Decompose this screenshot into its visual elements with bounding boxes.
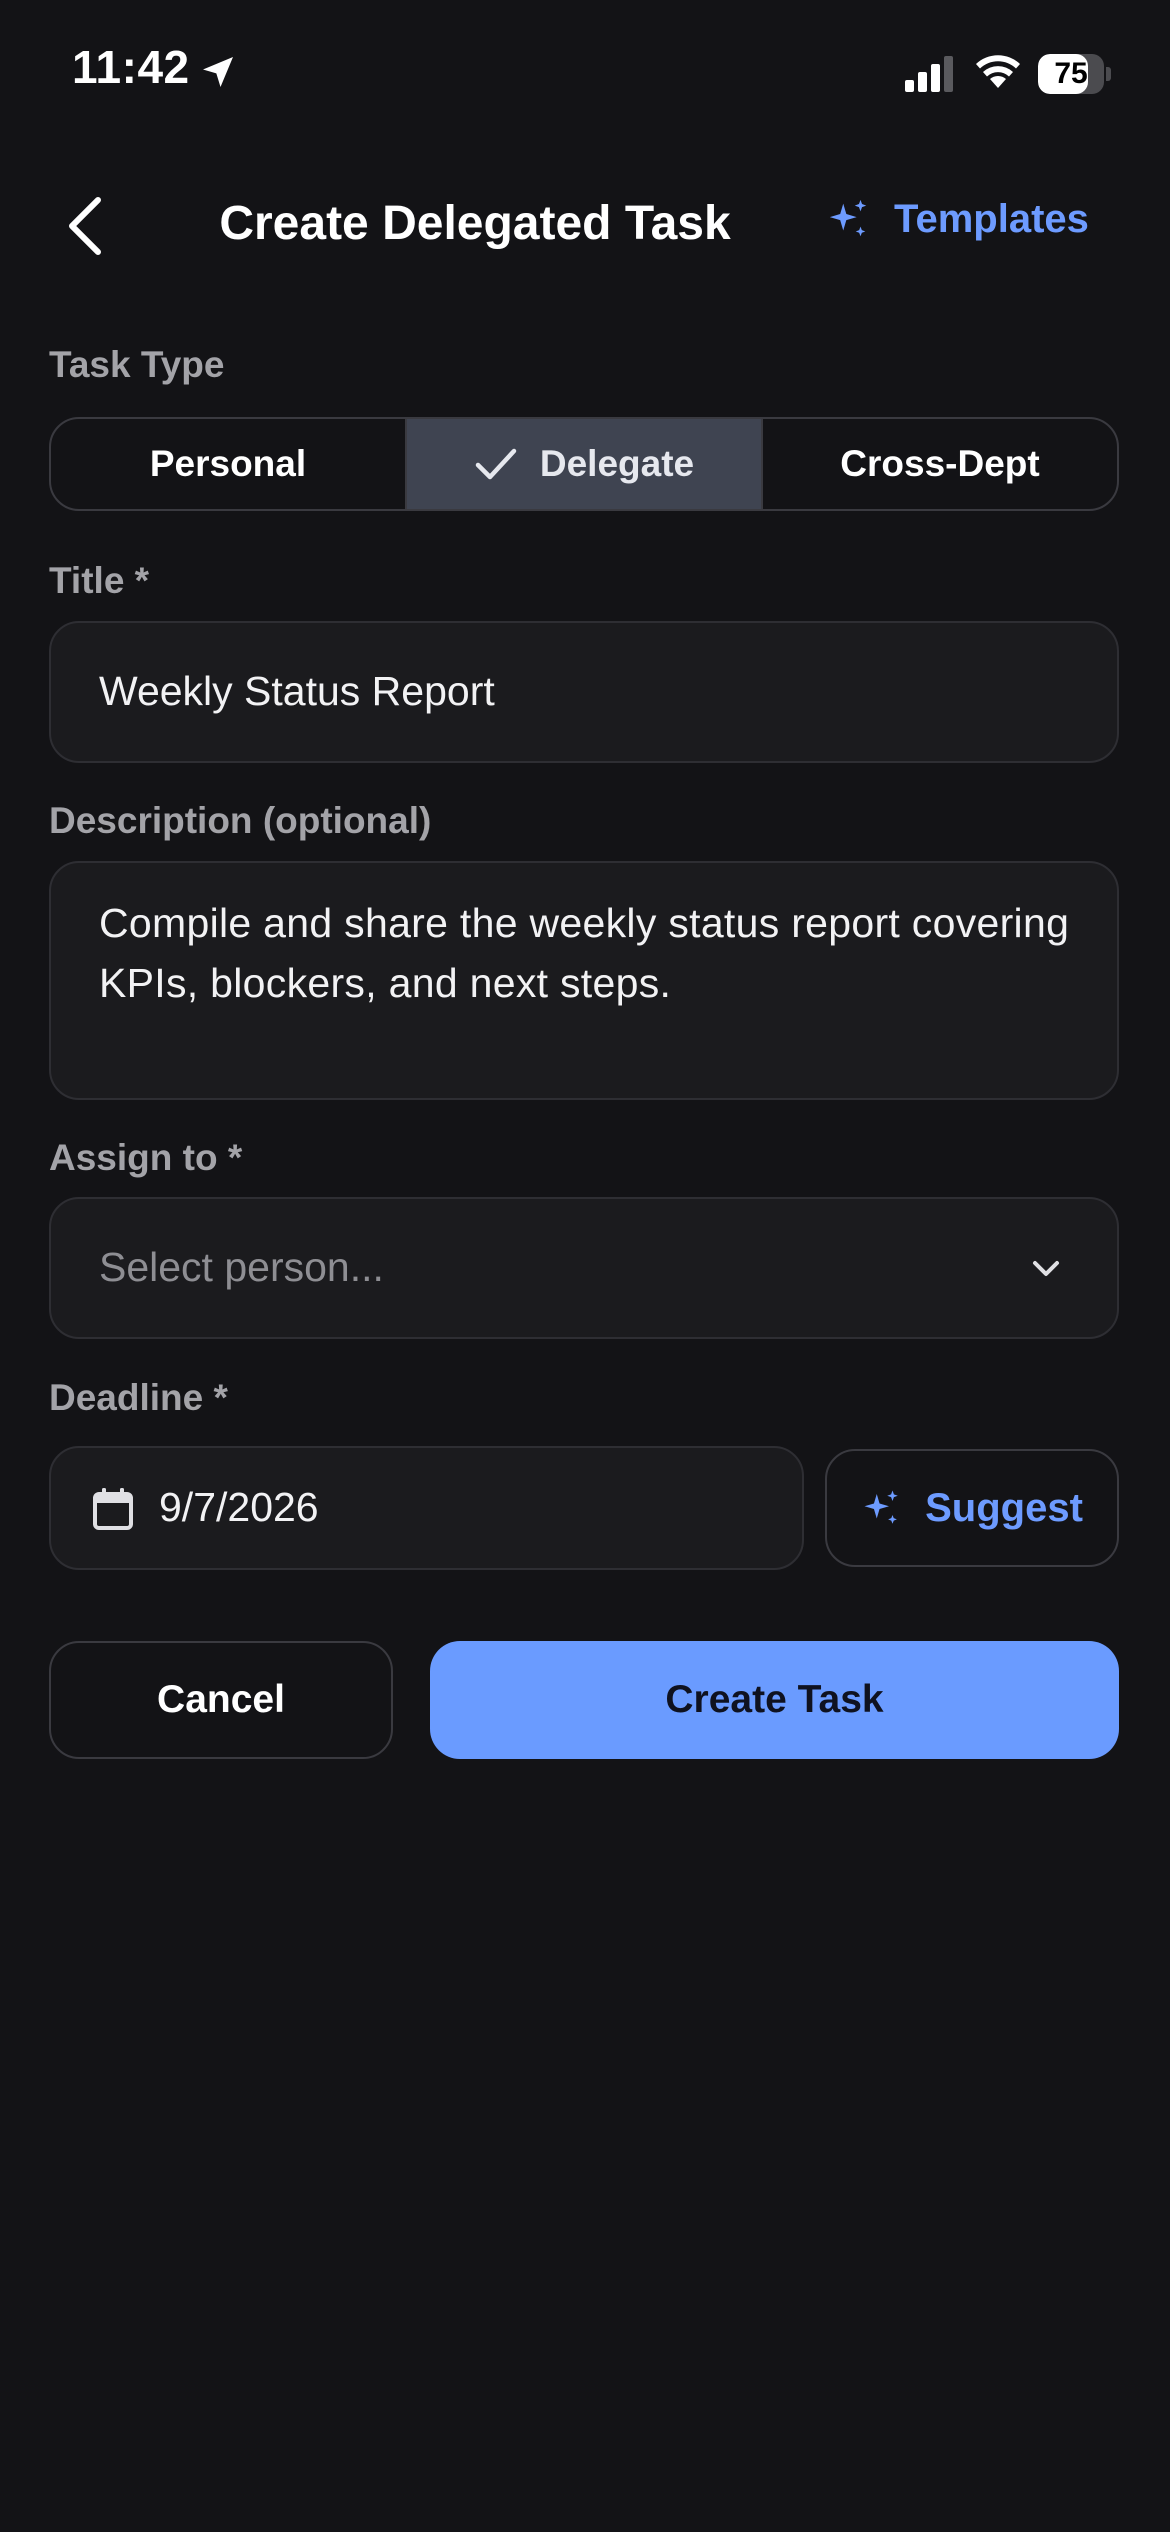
segment-delegate[interactable]: Delegate — [405, 419, 761, 509]
deadline-date-input[interactable]: 9/7/2026 — [49, 1446, 804, 1570]
create-task-button[interactable]: Create Task — [430, 1641, 1119, 1759]
assign-to-select[interactable]: Select person... — [49, 1197, 1119, 1339]
cellular-signal-icon — [905, 56, 953, 92]
title-input-value: Weekly Status Report — [99, 668, 495, 714]
checkmark-icon — [475, 448, 517, 480]
assign-to-placeholder: Select person... — [99, 1244, 384, 1290]
wifi-icon — [976, 55, 1020, 88]
cancel-button[interactable]: Cancel — [49, 1641, 393, 1759]
suggest-deadline-button[interactable]: Suggest — [825, 1449, 1119, 1567]
segment-personal-label: Personal — [149, 443, 307, 484]
calendar-icon — [93, 1488, 133, 1530]
description-textarea[interactable]: Compile and share the weekly status repo… — [49, 861, 1119, 1100]
deadline-value: 9/7/2026 — [159, 1484, 319, 1530]
sparkle-icon — [864, 1490, 898, 1524]
suggest-label: Suggest — [925, 1485, 1083, 1530]
description-value: Compile and share the weekly status repo… — [99, 900, 1070, 1006]
battery-indicator: 75 — [1038, 54, 1111, 94]
segment-cross-dept-label: Cross-Dept — [840, 443, 1040, 484]
assign-to-label: Assign to * — [49, 1137, 243, 1178]
deadline-label: Deadline * — [49, 1377, 228, 1418]
title-label: Title * — [49, 560, 150, 601]
chevron-down-icon — [1033, 1261, 1059, 1276]
templates-button[interactable]: Templates — [826, 196, 1089, 242]
sparkle-icon — [829, 199, 867, 237]
location-arrow-icon — [203, 57, 233, 87]
templates-label: Templates — [894, 196, 1089, 241]
description-label: Description (optional) — [49, 800, 432, 841]
status-time: 11:42 — [72, 41, 190, 93]
segment-delegate-label: Delegate — [539, 443, 695, 484]
task-type-segmented-control: Personal Delegate Cross-Dept — [49, 417, 1119, 511]
title-input[interactable]: Weekly Status Report — [49, 621, 1119, 763]
task-type-label: Task Type — [49, 344, 225, 385]
segment-cross-dept[interactable]: Cross-Dept — [761, 419, 1117, 509]
page-title: Create Delegated Task — [219, 197, 731, 250]
battery-percentage: 75 — [1054, 57, 1088, 90]
segment-personal[interactable]: Personal — [51, 419, 405, 509]
